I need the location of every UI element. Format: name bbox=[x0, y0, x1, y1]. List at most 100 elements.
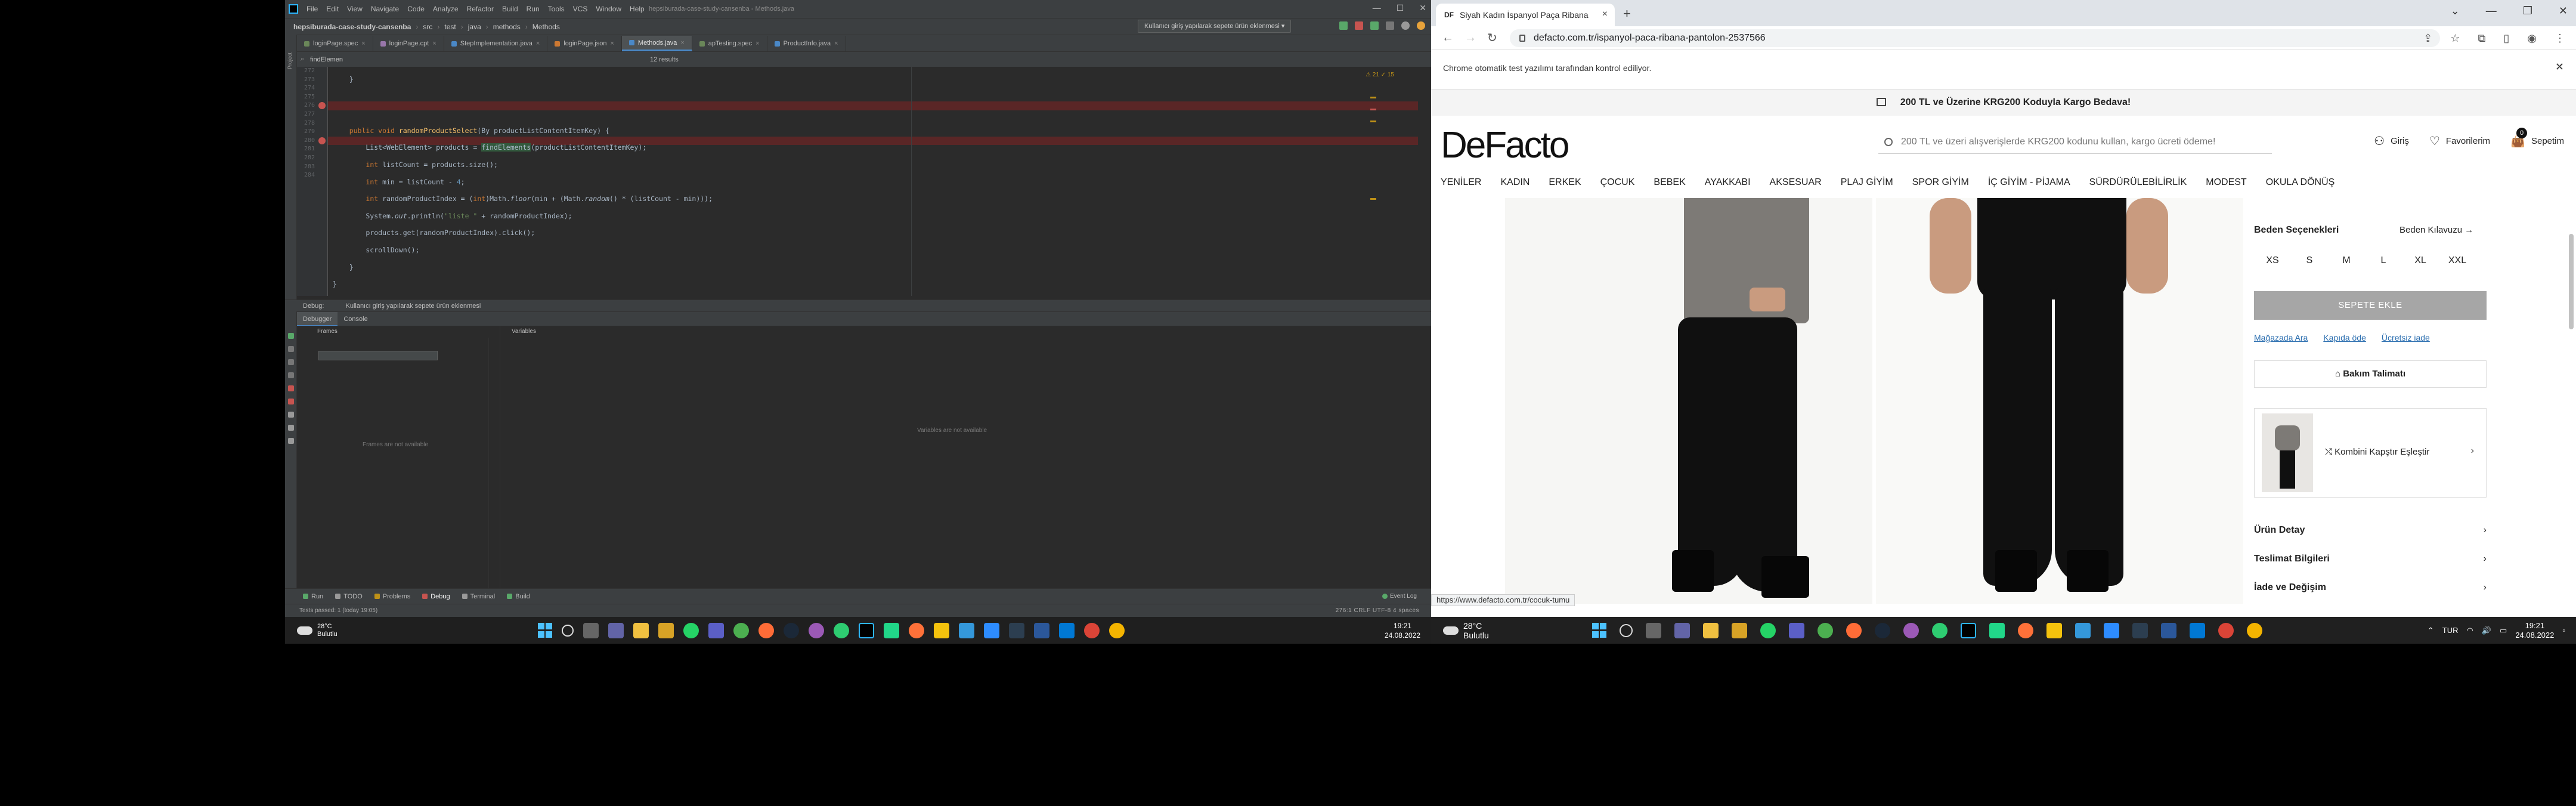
category-link[interactable]: AKSESUAR bbox=[1770, 177, 1822, 188]
word-icon[interactable] bbox=[2161, 622, 2176, 638]
breadcrumb-java[interactable]: java bbox=[468, 23, 481, 31]
category-link[interactable]: SÜRDÜRÜLEBİLİRLİK bbox=[2089, 177, 2187, 188]
size-m[interactable]: M bbox=[2328, 255, 2365, 266]
close-tab-icon[interactable]: × bbox=[361, 36, 365, 51]
chrome-icon[interactable] bbox=[1818, 622, 1833, 638]
battery-icon[interactable]: ▭ bbox=[2500, 626, 2507, 635]
tool-window-tab-terminal[interactable]: Terminal bbox=[456, 593, 501, 600]
chrome-icon[interactable] bbox=[1084, 622, 1100, 638]
camera-icon[interactable] bbox=[288, 412, 294, 418]
close-tab-icon[interactable]: × bbox=[432, 36, 436, 51]
close-tab-icon[interactable]: × bbox=[834, 36, 838, 51]
combine-card[interactable]: ⤭ Kombini Kapştır Eşleştir › bbox=[2254, 408, 2487, 498]
minimize-icon[interactable]: — bbox=[2486, 5, 2497, 17]
category-link[interactable]: İÇ GİYİM - PİJAMA bbox=[1988, 177, 2070, 188]
new-tab-icon[interactable]: + bbox=[1623, 6, 1631, 21]
sidebar-icon[interactable]: ▯ bbox=[2503, 32, 2509, 45]
product-image[interactable] bbox=[1505, 198, 1872, 604]
file-explorer-icon[interactable] bbox=[633, 622, 649, 638]
site-logo[interactable]: DeFacto bbox=[1441, 124, 1569, 166]
postman-icon[interactable] bbox=[758, 622, 774, 638]
care-instructions-button[interactable]: ⌂ Bakım Talimatı bbox=[2254, 360, 2487, 388]
editor-tab[interactable]: loginPage.json × bbox=[547, 36, 622, 51]
close-infobar-icon[interactable]: ✕ bbox=[2555, 61, 2564, 73]
close-tab-icon[interactable]: × bbox=[756, 36, 759, 51]
address-bar[interactable]: defacto.com.tr/ispanyol-paca-ribana-pant… bbox=[1510, 29, 2440, 47]
thread-select[interactable] bbox=[318, 351, 438, 360]
category-link[interactable]: YENİLER bbox=[1441, 177, 1481, 188]
intellij-icon[interactable] bbox=[1961, 622, 1976, 638]
outlook-icon[interactable] bbox=[2190, 622, 2205, 638]
share-icon[interactable]: ⇪ bbox=[2423, 32, 2432, 45]
close-tab-icon[interactable]: × bbox=[1602, 9, 1608, 20]
tool-window-tab-run[interactable]: Run bbox=[297, 593, 329, 600]
forward-icon[interactable]: → bbox=[1465, 31, 1476, 45]
teams-icon[interactable] bbox=[1789, 622, 1804, 638]
postman-icon[interactable] bbox=[1846, 622, 1862, 638]
chevron-down-icon[interactable]: ⌄ bbox=[2451, 5, 2460, 17]
breakpoint-icon[interactable] bbox=[318, 137, 326, 144]
start-icon[interactable] bbox=[1592, 622, 1606, 638]
weather-widget[interactable]: 28°C Bulutlu bbox=[1443, 621, 1489, 640]
chat-icon[interactable] bbox=[608, 622, 624, 638]
breadcrumb-methods[interactable]: methods bbox=[493, 23, 521, 31]
free-return-link[interactable]: Ücretsiz iade bbox=[2382, 333, 2430, 342]
menu-window[interactable]: Window bbox=[596, 5, 621, 13]
whatsapp-icon[interactable] bbox=[683, 622, 699, 638]
store-icon[interactable] bbox=[658, 622, 674, 638]
close-icon[interactable]: ✕ bbox=[2559, 5, 2568, 17]
close-tab-icon[interactable]: × bbox=[680, 35, 684, 51]
wifi-icon[interactable]: ◠ bbox=[2466, 626, 2473, 635]
debug-session-tab[interactable]: Kullanıcı giriş yapılarak sepete ürün ek… bbox=[345, 302, 481, 310]
accordion-return[interactable]: İade ve Değişim › bbox=[2254, 582, 2487, 593]
size-s[interactable]: S bbox=[2291, 255, 2328, 266]
cart-link[interactable]: 👜 Sepetim 0 bbox=[2510, 128, 2564, 149]
menu-build[interactable]: Build bbox=[502, 5, 518, 13]
add-to-cart-button[interactable]: SEPETE EKLE bbox=[2254, 291, 2487, 320]
store-search-link[interactable]: Mağazada Ara bbox=[2254, 333, 2308, 342]
menu-code[interactable]: Code bbox=[407, 5, 425, 13]
product-image[interactable] bbox=[1876, 198, 2243, 604]
debug-icon[interactable] bbox=[1355, 21, 1363, 30]
file-explorer-icon[interactable] bbox=[1703, 622, 1719, 638]
profile-icon[interactable]: ◉ bbox=[2527, 32, 2537, 45]
pycharm-icon[interactable] bbox=[1989, 622, 2005, 638]
notes-icon[interactable] bbox=[934, 622, 949, 638]
task-view-icon[interactable] bbox=[583, 622, 599, 638]
tab-debugger[interactable]: Debugger bbox=[297, 311, 338, 326]
tab-console[interactable]: Console bbox=[338, 312, 373, 326]
chrome-icon[interactable] bbox=[2218, 622, 2234, 638]
page-scrollbar[interactable] bbox=[2569, 234, 2574, 329]
size-l[interactable]: L bbox=[2365, 255, 2402, 266]
size-xxl[interactable]: XXL bbox=[2439, 255, 2476, 266]
mute-breakpoints-icon[interactable] bbox=[288, 399, 294, 404]
chrome-icon[interactable] bbox=[2247, 622, 2262, 638]
login-link[interactable]: ⚇ Giriş bbox=[2374, 134, 2409, 149]
editor-tab[interactable]: StepImplementation.java × bbox=[444, 36, 548, 51]
maximize-icon[interactable]: ❐ bbox=[2523, 5, 2532, 17]
steam-icon[interactable] bbox=[1875, 622, 1890, 638]
pin-icon[interactable] bbox=[288, 438, 294, 444]
clock[interactable]: 19:21 24.08.2022 bbox=[2515, 621, 2554, 640]
tool-window-tab-problems[interactable]: Problems bbox=[369, 593, 416, 600]
menu-run[interactable]: Run bbox=[527, 5, 540, 13]
menu-file[interactable]: File bbox=[306, 5, 318, 13]
site-search[interactable]: 200 TL ve üzeri alışverişlerde KRG200 ko… bbox=[1878, 130, 2272, 154]
app-icon[interactable] bbox=[2075, 622, 2091, 638]
breadcrumb-test[interactable]: test bbox=[444, 23, 456, 31]
chrome-icon[interactable] bbox=[733, 622, 749, 638]
language-indicator[interactable]: TUR bbox=[2442, 626, 2459, 635]
size-xl[interactable]: XL bbox=[2402, 255, 2439, 266]
tool-window-tab-debug[interactable]: Debug bbox=[416, 593, 456, 600]
breakpoint-icon[interactable] bbox=[318, 102, 326, 110]
view-breakpoints-icon[interactable] bbox=[288, 385, 294, 391]
git-icon[interactable] bbox=[1932, 622, 1948, 638]
settings-icon[interactable] bbox=[1417, 21, 1425, 30]
editor-tab[interactable]: loginPage.cpt × bbox=[373, 36, 444, 51]
project-tool-label[interactable]: Project bbox=[287, 53, 293, 69]
menu-view[interactable]: View bbox=[347, 5, 363, 13]
code-editor[interactable]: 272 273 274 275 276 277 278 279 280 281 282 283 284 … bbox=[297, 67, 1418, 296]
zoom-icon[interactable] bbox=[984, 622, 999, 638]
firefox-icon[interactable] bbox=[909, 622, 924, 638]
outlook-icon[interactable] bbox=[1059, 622, 1075, 638]
